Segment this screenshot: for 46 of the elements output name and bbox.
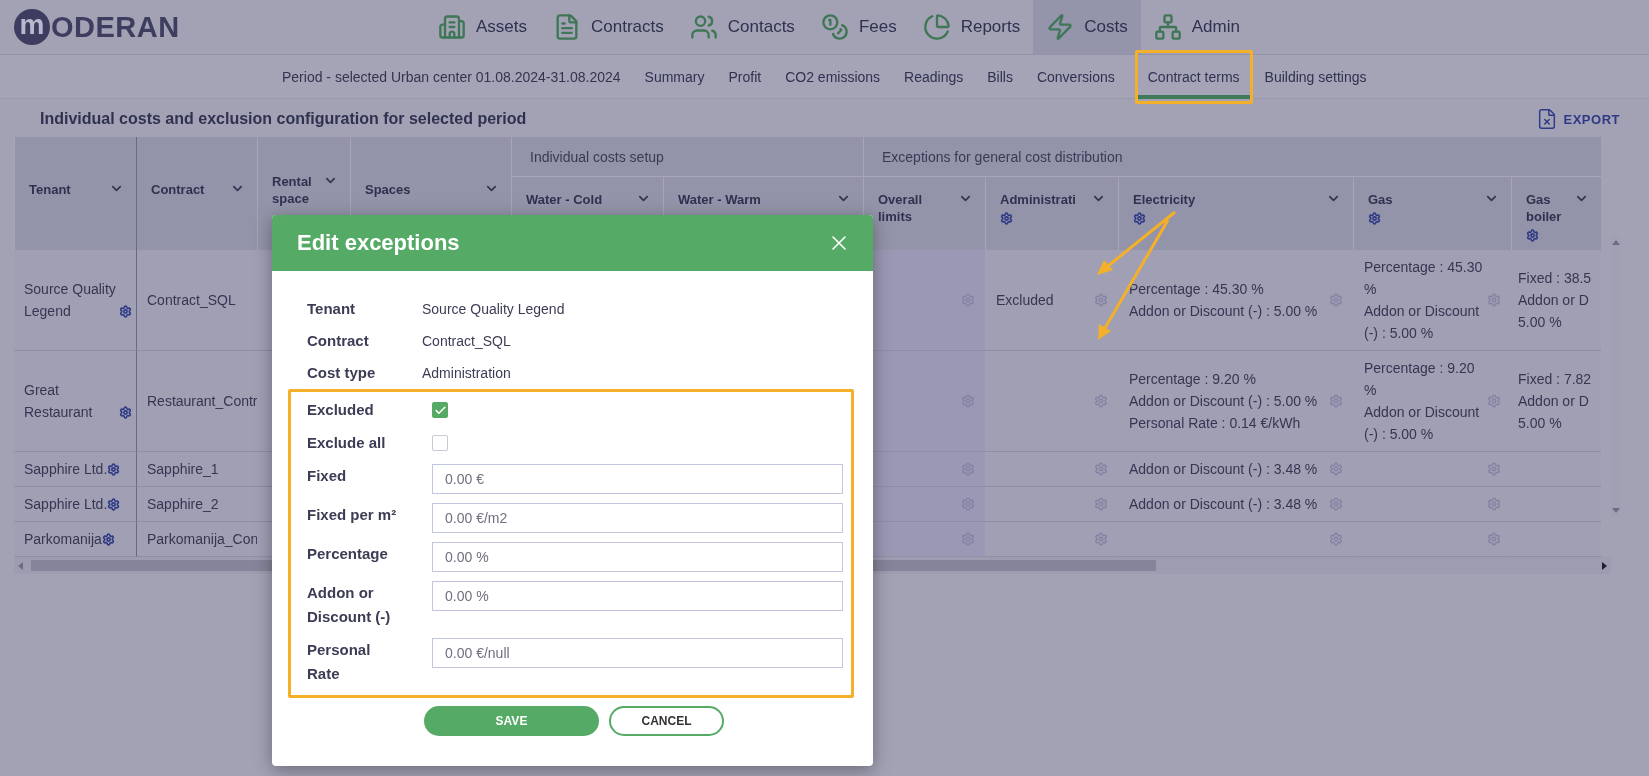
field-label: Personal Rate	[307, 640, 372, 684]
field-value: Administration	[422, 365, 512, 381]
tenant-name: Great Restaurant	[24, 381, 94, 422]
table-cell-text: Percentage : 9.20 %	[1364, 359, 1476, 400]
table-cell-text: Addon or Discount (-) : 5.00 %	[1129, 302, 1319, 321]
table-cell-text: Addon or D	[1518, 392, 1590, 411]
table-cell-text: Restaurant_Contr	[147, 392, 257, 411]
table-cell-text: Excluded	[996, 291, 1055, 310]
field-value: Contract_SQL	[422, 333, 512, 349]
group-header: Individual costs setup	[511, 137, 863, 177]
table-cell-text: Parkomanija_Con	[147, 530, 257, 549]
table-cell-text: Addon or D	[1518, 291, 1590, 310]
logo: m ODERAN	[0, 0, 425, 54]
table-cell-text: Addon or Discount (-) : 5.00 %	[1364, 403, 1481, 444]
field-label: Tenant	[307, 299, 357, 319]
table-cell-text: Percentage : 45.30 %	[1129, 280, 1265, 299]
table-cell-text: Sapphire_2	[147, 495, 219, 514]
tenant-name: Parkomanija	[24, 530, 102, 549]
field-label: Fixed per m²	[307, 505, 398, 525]
table-cell-text: Personal Rate : 0.14 €/kWh	[1129, 414, 1302, 433]
tenant-name: Sapphire Ltd.	[24, 495, 108, 514]
table-cell-text: Percentage : 45.30 %	[1364, 258, 1484, 299]
tenant-name: Sapphire Ltd.	[24, 460, 108, 479]
table-cell-text: Sapphire_1	[147, 460, 219, 479]
table-cell-text: Percentage : 9.20 %	[1129, 370, 1257, 389]
page-title: Individual costs and exclusion configuration for selected period	[40, 110, 527, 128]
table-cell-text: Contract_SQL	[147, 291, 236, 310]
table-cell-text: 5.00 %	[1518, 414, 1563, 433]
group-header: Exceptions for general cost distribution	[863, 137, 1601, 177]
table-cell-text: Addon or Discount (-) : 5.00 %	[1129, 392, 1319, 411]
field-label: Percentage	[307, 544, 389, 564]
field-label: Excluded	[307, 400, 375, 420]
table-cell-text: Addon or Discount (-) : 3.48 %	[1129, 460, 1319, 479]
field-label: Addon or Discount (-)	[307, 583, 392, 627]
field-label: Cost type	[307, 363, 377, 383]
table-cell-text: Fixed : 38.5	[1518, 269, 1593, 288]
field-label: Contract	[307, 331, 370, 351]
table-cell-text: 5.00 %	[1518, 313, 1563, 332]
period-label: Period - selected Urban center 01.08.2024-31.08.2024	[282, 68, 621, 85]
table-cell-text: Addon or Discount (-) : 5.00 %	[1364, 302, 1481, 343]
table-cell-text: Fixed : 7.82	[1518, 370, 1593, 389]
table-cell-text: Addon or Discount (-) : 3.48 %	[1129, 495, 1319, 514]
field-label: Fixed	[307, 466, 348, 486]
tenant-name: Source Quality Legend	[24, 280, 117, 321]
field-value: Source Quality Legend	[422, 301, 566, 317]
field-label: Exclude all	[307, 433, 387, 453]
